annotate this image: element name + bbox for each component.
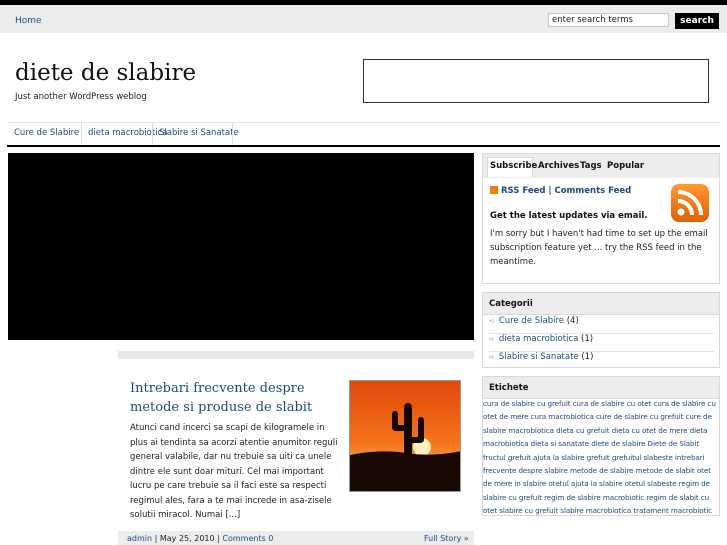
rss-icon	[490, 186, 498, 194]
rss-feed-link[interactable]: RSS Feed	[501, 186, 545, 196]
rss-large-icon[interactable]	[671, 184, 709, 222]
sunset-cactus-image	[350, 381, 460, 491]
site-description: Just another WordPress weblog	[15, 92, 147, 102]
category-item[interactable]: ➪ Slabire si Sanatate (1)	[489, 352, 714, 369]
featured-video-area[interactable]	[8, 153, 474, 340]
post-date: May 25, 2010	[159, 534, 215, 543]
tags-header: Etichete	[483, 377, 719, 399]
category-item[interactable]: ➪ dieta macrobiotica (1)	[489, 334, 714, 352]
category-count: (1)	[581, 334, 594, 344]
arrow-icon: ➪	[489, 335, 495, 343]
menu-divider	[232, 123, 233, 145]
rss-waves-icon	[677, 190, 703, 216]
menu-divider	[81, 123, 82, 145]
post-header-bar	[118, 351, 474, 359]
tags-widget: Etichete cura de slabire cu grefult cura…	[482, 376, 720, 516]
tab-archives[interactable]: Archives	[538, 161, 579, 171]
rss-links: RSS Feed | Comments Feed	[490, 186, 631, 196]
categories-title: Categorii	[489, 299, 533, 309]
post-comments-link[interactable]: Comments 0	[222, 534, 273, 543]
search-button[interactable]: search	[675, 13, 719, 29]
category-name[interactable]: Slabire si Sanatate	[499, 352, 579, 362]
tag-cloud[interactable]: cura de slabire cu grefult cura de slabi…	[483, 397, 719, 518]
arrow-icon: ➪	[489, 353, 495, 361]
full-story-link[interactable]: Full Story »	[424, 534, 469, 543]
category-count: (4)	[566, 316, 579, 326]
categories-widget: Categorii ➪ Cure de Slabire (4) ➪ dieta ma…	[482, 292, 720, 368]
comments-feed-link[interactable]: Comments Feed	[554, 186, 631, 196]
menu-item-slabire-si-sanatate[interactable]: Slabire si Sanatate	[159, 128, 239, 138]
post-thumbnail-image[interactable]	[349, 380, 461, 492]
updates-text: I'm sorry but I haven't had time to set …	[490, 229, 708, 267]
post-excerpt: Atunci cand incerci sa scapi de kilogram…	[130, 423, 338, 520]
main-menu: Cure de Slabire dieta macrobiotica Slabi…	[7, 122, 720, 145]
category-name[interactable]: Cure de Slabire	[499, 316, 564, 326]
category-item[interactable]: ➪ Cure de Slabire (4)	[489, 316, 714, 334]
menu-underline	[7, 145, 720, 147]
categories-header: Categorii	[483, 293, 719, 315]
updates-heading: Get the latest updates via email.	[490, 211, 648, 221]
subscribe-widget: Subscribe Archives Tags Popular RSS Feed…	[482, 153, 720, 284]
tab-popular[interactable]: Popular	[607, 161, 644, 171]
post-meta: admin | May 25, 2010 | Comments 0	[127, 534, 273, 543]
tab-subscribe[interactable]: Subscribe	[490, 161, 537, 171]
banner-placeholder	[363, 59, 709, 103]
menu-item-cure-de-slabire[interactable]: Cure de Slabire	[14, 128, 79, 138]
menu-item-dieta-macrobiotica[interactable]: dieta macrobiotica	[88, 128, 167, 138]
category-count: (1)	[581, 352, 594, 362]
menu-divider	[152, 123, 153, 145]
nav-home-link[interactable]: Home	[15, 16, 42, 26]
post-author-link[interactable]: admin	[127, 534, 152, 543]
tab-tags[interactable]: Tags	[580, 161, 602, 171]
category-name[interactable]: dieta macrobiotica	[499, 334, 578, 344]
post-title[interactable]: Intrebari frecvente despre metode si pro…	[130, 379, 340, 417]
tags-title: Etichete	[489, 383, 529, 393]
search-input[interactable]	[548, 13, 669, 27]
site-title[interactable]: diete de slabire	[15, 60, 196, 86]
arrow-icon: ➪	[489, 317, 495, 325]
